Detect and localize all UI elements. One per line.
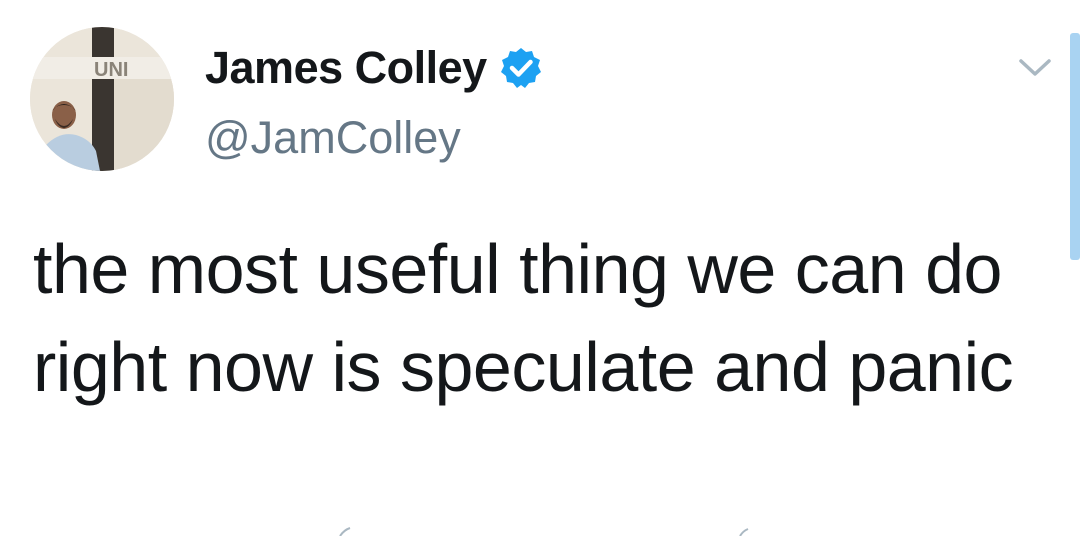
author-name-row: James Colley [205,40,543,96]
tweet-text: the most useful thing we can do right no… [33,230,1014,406]
tweet-card: UNI James Colley @JamColley the most use… [0,0,1080,536]
avatar-sign-text: UNI [94,59,128,81]
cropped-action-icons [339,527,749,536]
author-display-name[interactable]: James Colley [205,42,487,94]
chevron-down-icon[interactable] [1015,52,1055,82]
avatar[interactable]: UNI [30,27,174,171]
author-handle[interactable]: @JamColley [205,112,461,164]
scrollbar[interactable] [1070,33,1080,260]
profile-photo-icon: UNI [30,27,174,171]
verified-badge-icon [500,48,541,88]
